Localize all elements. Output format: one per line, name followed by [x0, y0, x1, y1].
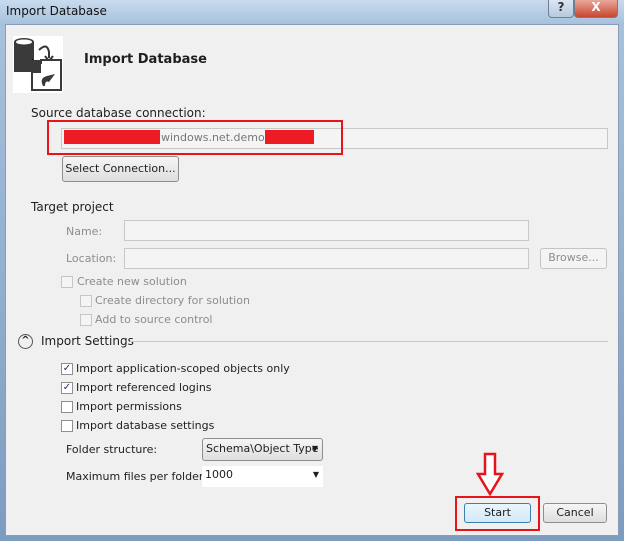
select-connection-button[interactable]: Select Connection...	[62, 156, 179, 182]
browse-button[interactable]: Browse...	[540, 248, 607, 269]
folder-structure-label: Folder structure:	[66, 443, 158, 456]
help-button[interactable]: ?	[548, 0, 574, 18]
window-title: Import Database	[6, 4, 107, 18]
folder-structure-value: Schema\Object Type	[206, 442, 319, 455]
divider	[130, 341, 608, 342]
arrow-down-icon	[476, 452, 504, 496]
name-label: Name:	[66, 225, 103, 238]
highlight-box	[47, 120, 343, 155]
max-files-value: 1000	[205, 468, 233, 481]
dropdown-arrow-icon: ▼	[311, 444, 318, 453]
create-directory-label: Create directory for solution	[95, 294, 250, 307]
collapse-chevron-up-icon[interactable]: ^	[18, 334, 33, 349]
option-checkbox-logins[interactable]: ✓	[61, 382, 73, 394]
option-label: Import application-scoped objects only	[76, 362, 290, 375]
location-label: Location:	[66, 252, 117, 265]
option-checkbox-db-settings[interactable]	[61, 420, 73, 432]
max-files-select[interactable]: 1000 ▼	[202, 466, 323, 487]
highlight-box	[455, 496, 540, 531]
source-control-checkbox[interactable]	[80, 314, 92, 326]
option-label: Import referenced logins	[76, 381, 212, 394]
option-label: Import database settings	[76, 419, 215, 432]
option-label: Import permissions	[76, 400, 182, 413]
folder-structure-select[interactable]: Schema\Object Type ▼	[202, 438, 323, 461]
option-checkbox-app-scoped[interactable]: ✓	[61, 363, 73, 375]
dropdown-arrow-icon: ▼	[312, 470, 319, 479]
source-label: Source database connection:	[31, 106, 206, 120]
cancel-button[interactable]: Cancel	[543, 503, 607, 523]
create-solution-checkbox[interactable]	[61, 276, 73, 288]
location-field[interactable]	[124, 248, 529, 269]
source-control-label: Add to source control	[95, 313, 213, 326]
create-solution-label: Create new solution	[77, 275, 187, 288]
option-checkbox-permissions[interactable]	[61, 401, 73, 413]
page-title: Import Database	[84, 52, 207, 67]
name-field[interactable]	[124, 220, 529, 241]
max-files-label: Maximum files per folder:	[66, 470, 207, 483]
create-directory-checkbox[interactable]	[80, 295, 92, 307]
import-database-icon	[13, 36, 63, 93]
close-button[interactable]: X	[574, 0, 618, 18]
target-project-label: Target project	[31, 200, 114, 214]
import-settings-label: Import Settings	[41, 334, 134, 348]
